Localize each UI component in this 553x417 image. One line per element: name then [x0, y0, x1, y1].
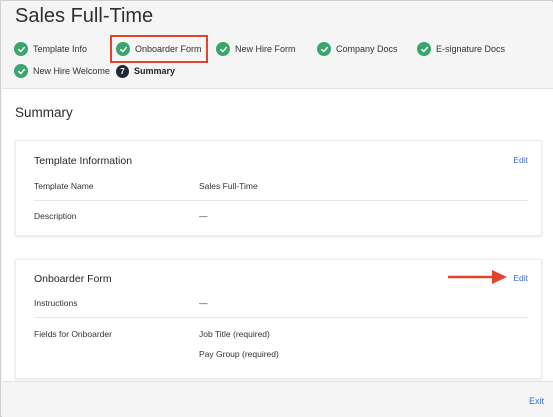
step-e-signature-docs[interactable]: E-signature Docs — [417, 41, 505, 57]
step-label: Company Docs — [336, 44, 398, 54]
check-icon — [417, 42, 431, 56]
row-divider — [34, 317, 528, 318]
field-value: Sales Full-Time — [199, 181, 258, 191]
check-icon — [14, 64, 28, 78]
card-title: Template Information — [34, 155, 133, 167]
check-icon — [216, 42, 230, 56]
exit-link[interactable]: Exit — [529, 396, 544, 406]
check-icon — [14, 42, 28, 56]
page-title: Sales Full-Time — [15, 5, 154, 27]
field-label: Template Name — [34, 181, 94, 191]
check-icon — [317, 42, 331, 56]
step-summary[interactable]: 7 Summary — [116, 63, 175, 79]
step-new-hire-welcome[interactable]: New Hire Welcome — [14, 63, 110, 79]
template-information-card: Template Information Edit Template Name … — [15, 140, 542, 236]
step-label: Template Info — [33, 44, 88, 54]
field-label: Instructions — [34, 298, 78, 308]
app-frame: Sales Full-Time Template Info Onboarder … — [0, 0, 553, 417]
step-label: New Hire Form — [235, 44, 296, 54]
annotation-highlight-box — [110, 35, 208, 63]
edit-onboarder-form-link[interactable]: Edit — [513, 273, 528, 283]
header: Sales Full-Time Template Info Onboarder … — [2, 2, 553, 88]
card-title: Onboarder Form — [34, 273, 112, 285]
step-label: E-signature Docs — [436, 44, 506, 54]
field-value: — — [199, 211, 208, 221]
field-value: — — [199, 298, 208, 308]
field-label: Fields for Onboarder — [34, 329, 112, 339]
annotation-arrow-icon — [448, 270, 507, 284]
section-title: Summary — [15, 105, 73, 120]
step-label: New Hire Welcome — [33, 66, 110, 76]
field-value: Job Title (required) — [199, 329, 270, 339]
field-label: Description — [34, 211, 77, 221]
step-template-info[interactable]: Template Info — [14, 41, 87, 57]
step-company-docs[interactable]: Company Docs — [317, 41, 398, 57]
step-new-hire-form[interactable]: New Hire Form — [216, 41, 296, 57]
footer: Exit — [2, 381, 553, 417]
step-number-badge: 7 — [116, 64, 129, 78]
field-value: Pay Group (required) — [199, 349, 279, 359]
row-divider — [34, 200, 528, 201]
edit-template-info-link[interactable]: Edit — [513, 155, 528, 165]
step-label: Summary — [134, 66, 176, 76]
main-content: Summary Template Information Edit Templa… — [2, 89, 553, 381]
